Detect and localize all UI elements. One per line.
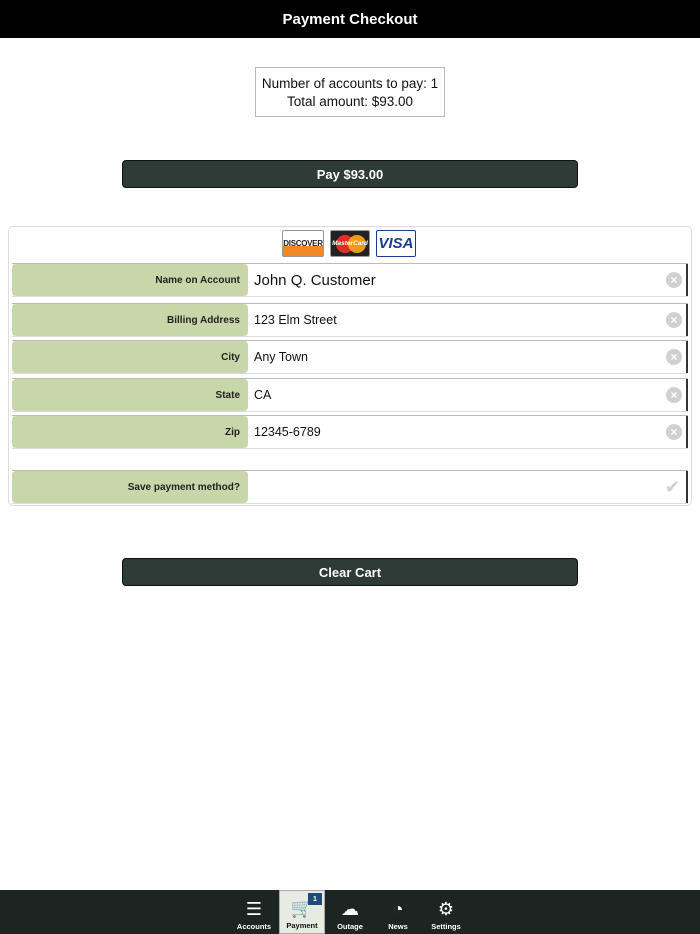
pay-button[interactable]: Pay $93.00 [122,160,578,188]
mastercard-logo-text: MasterCard [332,240,368,247]
state-field-input[interactable]: CA [254,379,271,411]
tab-news-label: News [388,922,408,931]
state-field-label: State [12,379,248,411]
payment-summary: Number of accounts to pay: 1 Total amoun… [255,67,445,117]
tab-settings-label: Settings [431,922,461,931]
state-field-row: State CA × [12,378,688,412]
mastercard-logo: MasterCard [330,230,370,257]
name-field-label: Name on Account [12,264,248,296]
save-payment-row[interactable]: Save payment method? ✔ [12,470,688,504]
tab-news[interactable]: ◔ News [375,890,421,934]
tab-outage[interactable]: ☁ Outage [327,890,373,934]
clear-icon[interactable]: × [666,424,682,440]
tab-payment-label: Payment [286,921,318,930]
tab-accounts-label: Accounts [236,922,272,931]
zip-field-input[interactable]: 12345-6789 [254,416,321,448]
checkmark-icon[interactable]: ✔ [665,477,680,498]
clear-icon[interactable]: × [666,272,682,288]
clear-icon[interactable]: × [666,312,682,328]
bottom-tab-bar: ☰ Accounts 🛒 Payment 1 ☁ Outage ◔ News ⚙… [0,890,700,934]
zip-field-row: Zip 12345-6789 × [12,415,688,449]
cloud-lightning-icon: ☁ [341,899,359,919]
gear-icon: ⚙ [437,899,455,919]
cart-count-badge: 1 [308,893,322,905]
clear-icon[interactable]: × [666,349,682,365]
list-icon: ☰ [245,899,263,919]
zip-field-label: Zip [12,416,248,448]
address-field-row: Billing Address 123 Elm Street × [12,303,688,337]
card-logos: DISCOVER MasterCard VISA [282,230,416,257]
save-payment-label: Save payment method? [12,471,248,503]
total-amount-text: Total amount: $93.00 [286,94,414,109]
name-field-input[interactable]: John Q. Customer [254,264,376,296]
clear-cart-button[interactable]: Clear Cart [122,558,578,586]
tab-accounts[interactable]: ☰ Accounts [231,890,277,934]
discover-logo: DISCOVER [282,230,324,257]
accounts-count-text: Number of accounts to pay: 1 [261,76,439,91]
tab-outage-label: Outage [337,922,363,931]
clear-icon[interactable]: × [666,387,682,403]
tab-settings[interactable]: ⚙ Settings [423,890,469,934]
city-field-row: City Any Town × [12,340,688,374]
rss-icon: ◔ [392,899,404,919]
visa-logo: VISA [376,230,416,257]
address-field-label: Billing Address [12,304,248,336]
page-title: Payment Checkout [0,0,700,38]
city-field-input[interactable]: Any Town [254,341,308,373]
address-field-input[interactable]: 123 Elm Street [254,304,337,336]
tab-payment[interactable]: 🛒 Payment 1 [279,890,325,934]
name-field-row: Name on Account John Q. Customer × [12,263,688,297]
city-field-label: City [12,341,248,373]
